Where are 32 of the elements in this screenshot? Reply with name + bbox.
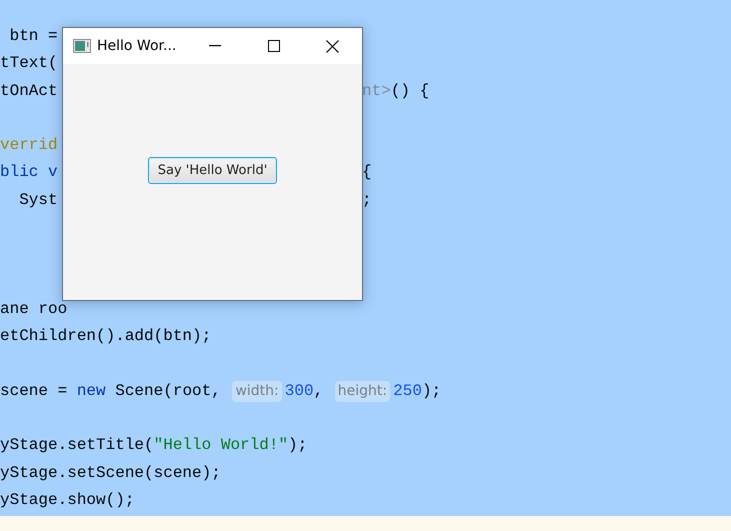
code-text: , [314,380,324,402]
code-text: yStage.show(); [0,490,134,512]
inlay-hint: width: [232,381,282,402]
code-text: yStage.setTitle( [0,435,154,456]
minimize-icon [208,45,220,47]
code-text: new [76,380,106,402]
code-text: verrid [0,135,58,156]
window-title: Hello Wor... [97,38,176,54]
code-text: () { [390,80,430,102]
code-text: Syst [18,190,58,211]
code-text: 250 [393,380,422,402]
code-text: tText( [0,53,58,74]
code-text: etChildren().add(btn); [0,326,212,348]
code-text: 300 [284,380,314,402]
maximize-icon [268,40,280,52]
close-icon [326,40,339,52]
inlay-hint: height: [334,381,390,402]
code-text: ); [288,435,308,456]
app-icon [73,39,91,53]
say-hello-button[interactable]: Say 'Hello World' [148,156,278,184]
code-text: "Hello World!" [154,435,288,456]
code-text: ); [422,380,442,402]
code-text: { [362,162,372,184]
code-text: nt> [362,80,391,102]
code-text: yStage.setScene(scene); [0,462,221,484]
code-text: ane roo [0,298,68,320]
code-text: scene = [0,380,68,402]
code-text: blic v [0,162,58,184]
code-text: btn = [8,26,59,47]
code-text: ; [362,190,372,211]
code-text: Scene(root, [114,380,222,402]
code-text: tOnAct [0,80,58,102]
